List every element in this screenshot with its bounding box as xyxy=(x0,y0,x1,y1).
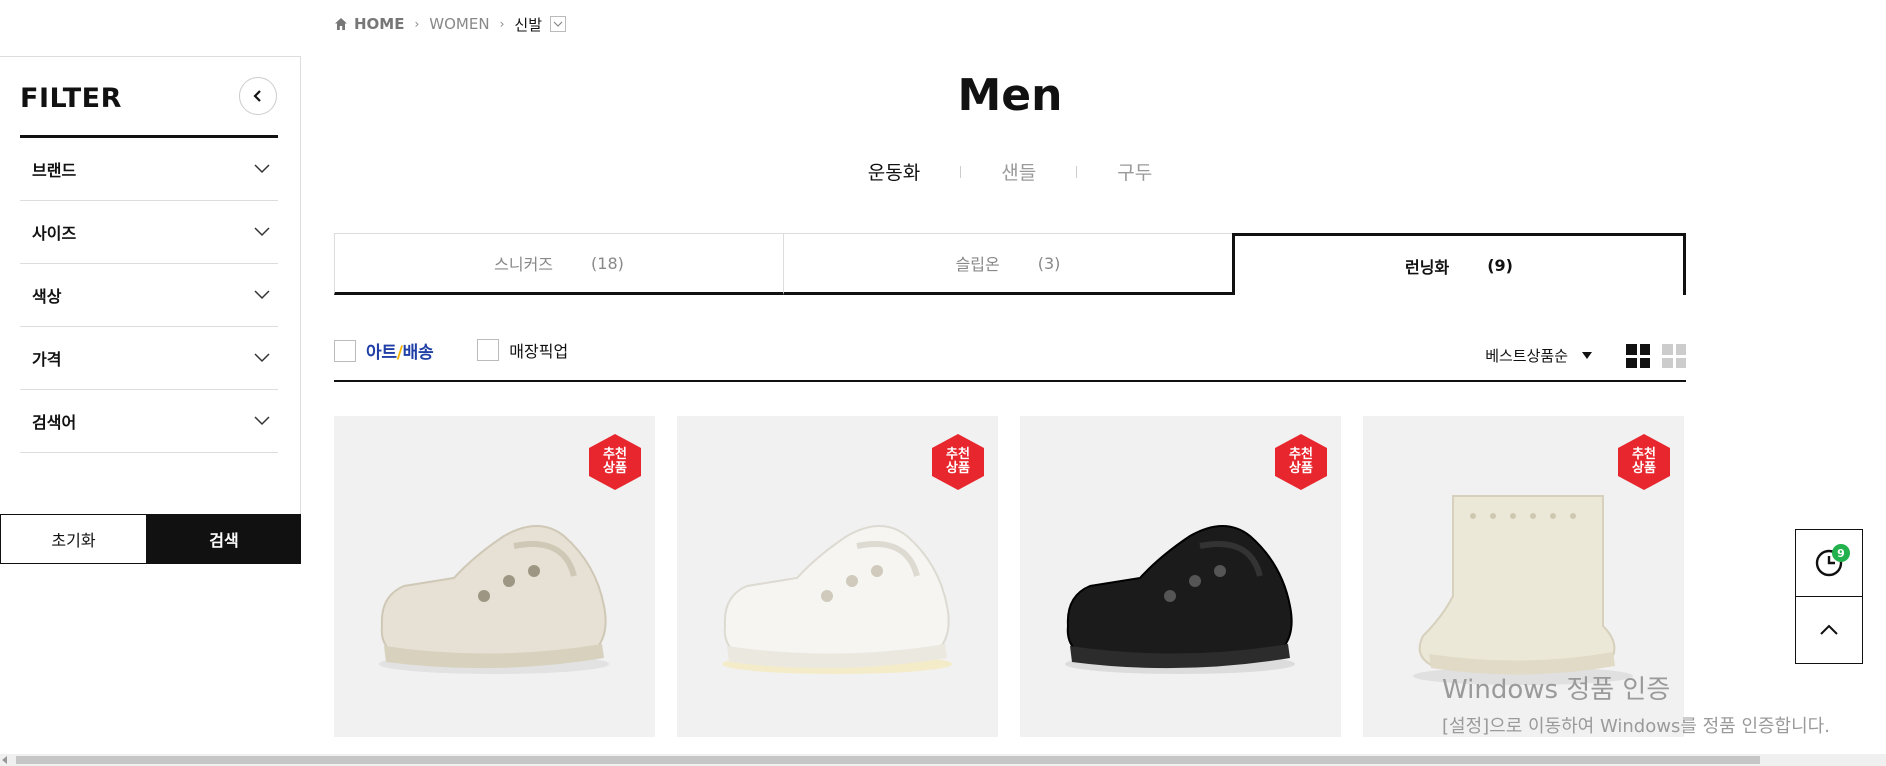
art-delivery-checkbox[interactable] xyxy=(334,339,356,362)
chevron-down-icon xyxy=(254,353,270,363)
chevron-down-icon xyxy=(254,416,270,426)
view-toggle xyxy=(1626,344,1686,368)
scroll-left-icon[interactable] xyxy=(2,756,7,764)
tab-sneakers[interactable]: 스니커즈 (18) xyxy=(334,233,783,295)
sub-category-tabs: 스니커즈 (18) 슬립온 (3) 런닝화 (9) xyxy=(334,233,1686,295)
tab-count: (9) xyxy=(1487,256,1513,275)
badge-text: 추천 상품 xyxy=(1632,447,1656,476)
art-delivery-logo: 아트/배송 xyxy=(366,338,434,363)
breadcrumb: HOME › WOMEN › 신발 xyxy=(334,14,566,34)
filter-list: 브랜드 사이즈 색상 가격 검색어 xyxy=(20,138,278,453)
list-toolbar: 아트/배송 매장픽업 베스트상품순 xyxy=(334,338,1686,382)
store-pickup-checkbox[interactable] xyxy=(477,339,500,361)
chevron-down-icon xyxy=(254,227,270,237)
scrollbar-thumb[interactable] xyxy=(16,756,1760,764)
filter-label: 색상 xyxy=(32,287,62,306)
filter-label: 가격 xyxy=(32,350,62,369)
art-delivery-text-a: 아트 xyxy=(366,343,397,363)
art-delivery-option[interactable]: 아트/배송 xyxy=(334,338,434,363)
reset-button[interactable]: 초기화 xyxy=(0,514,147,564)
tab-count: (3) xyxy=(1037,253,1061,273)
page: HOME › WOMEN › 신발 FILTER 브랜드 사이즈 색상 가격 검… xyxy=(0,0,1886,766)
chevron-left-icon xyxy=(253,90,261,102)
collapse-sidebar-button[interactable] xyxy=(239,77,277,115)
page-title: Men xyxy=(957,70,1063,121)
chevron-right-icon: › xyxy=(499,17,505,31)
chevron-up-icon xyxy=(1820,624,1838,635)
chevron-down-icon xyxy=(254,290,270,300)
chevron-down-icon[interactable] xyxy=(550,16,566,32)
breadcrumb-women[interactable]: WOMEN xyxy=(429,15,489,33)
product-card[interactable]: 추천 상품 xyxy=(1020,416,1341,737)
breadcrumb-current: 신발 xyxy=(514,15,542,34)
chevron-right-icon: › xyxy=(414,17,420,31)
filter-actions: 초기화 검색 xyxy=(0,514,301,564)
product-card[interactable]: 추천 상품 xyxy=(677,416,998,737)
filter-label: 검색어 xyxy=(32,413,77,432)
tab-sandals[interactable]: 샌들 xyxy=(961,158,1076,185)
filter-color[interactable]: 색상 xyxy=(20,264,278,327)
horizontal-scrollbar[interactable] xyxy=(0,754,1886,766)
recent-count-badge: 9 xyxy=(1832,544,1850,562)
badge-text: 추천 상품 xyxy=(603,447,627,476)
clog-image xyxy=(1065,525,1295,674)
art-delivery-text-b: 배송 xyxy=(402,343,434,363)
watermark-title: Windows 정품 인증 xyxy=(1442,675,1671,705)
filter-size[interactable]: 사이즈 xyxy=(20,201,278,264)
grid-view-icon[interactable] xyxy=(1626,344,1650,368)
search-button[interactable]: 검색 xyxy=(147,514,301,564)
tab-slip-on[interactable]: 슬립온 (3) xyxy=(783,233,1232,295)
sort-dropdown[interactable]: 베스트상품순 xyxy=(1485,338,1592,372)
tab-label: 스니커즈 xyxy=(494,255,554,274)
caret-down-icon xyxy=(1582,351,1592,359)
list-view-icon[interactable] xyxy=(1662,344,1686,368)
tab-dress-shoes[interactable]: 구두 xyxy=(1077,158,1192,185)
tab-label: 슬립온 xyxy=(955,255,1000,274)
chevron-down-icon xyxy=(254,164,270,174)
filter-sidebar: FILTER 브랜드 사이즈 색상 가격 검색어 초기화 검색 xyxy=(0,56,301,564)
tab-count: (18) xyxy=(591,253,624,273)
category-tabs: 운동화 샌들 구두 xyxy=(334,158,1686,185)
badge-text: 추천 상품 xyxy=(1289,447,1313,476)
filter-keyword[interactable]: 검색어 xyxy=(20,390,278,453)
sort-label: 베스트상품순 xyxy=(1485,346,1568,365)
filter-brand[interactable]: 브랜드 xyxy=(20,138,278,201)
clog-image xyxy=(379,525,609,674)
product-card[interactable]: 추천 상품 xyxy=(334,416,655,737)
boot-image xyxy=(1413,495,1633,685)
watermark-subtitle: [설정]으로 이동하여 Windows를 정품 인증합니다. xyxy=(1442,716,1830,737)
store-pickup-label: 매장픽업 xyxy=(509,342,569,361)
breadcrumb-home[interactable]: HOME xyxy=(354,15,404,33)
filter-label: 사이즈 xyxy=(32,224,77,243)
home-icon[interactable] xyxy=(334,17,348,31)
recent-view-button[interactable]: 9 xyxy=(1795,529,1863,597)
tab-sneakers-category[interactable]: 운동화 xyxy=(828,158,960,185)
store-pickup-option[interactable]: 매장픽업 xyxy=(477,338,568,362)
filter-label: 브랜드 xyxy=(32,161,77,180)
tab-label: 런닝화 xyxy=(1405,257,1450,277)
badge-text: 추천 상품 xyxy=(946,447,970,476)
filter-price[interactable]: 가격 xyxy=(20,327,278,390)
clog-image xyxy=(722,525,952,674)
recommend-badge: 추천 상품 xyxy=(932,434,984,490)
recommend-badge: 추천 상품 xyxy=(589,434,641,490)
windows-activation-watermark: Windows 정품 인증 [설정]으로 이동하여 Windows를 정품 인증… xyxy=(1442,669,1830,738)
recommend-badge: 추천 상품 xyxy=(1618,434,1670,490)
scroll-top-button[interactable] xyxy=(1795,596,1863,664)
tab-running[interactable]: 런닝화 (9) xyxy=(1232,233,1686,295)
filter-title: FILTER xyxy=(20,83,122,114)
recommend-badge: 추천 상품 xyxy=(1275,434,1327,490)
